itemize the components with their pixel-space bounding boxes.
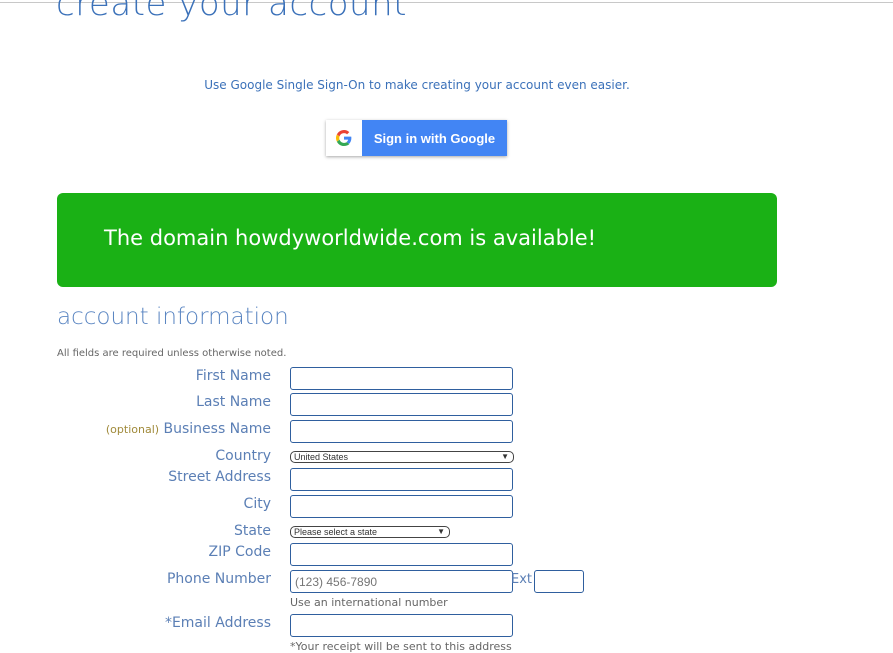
banner-message: The domain howdyworldwide.com is availab… [104,226,597,250]
first-name-label: First Name [195,368,271,384]
google-logo-icon [326,120,362,156]
business-name-input[interactable] [290,420,513,443]
country-selected-value: United States [294,452,349,462]
page-title: create your account [56,0,407,24]
city-label: City [243,496,271,512]
first-name-input[interactable] [290,367,513,390]
email-help-text: *Your receipt will be sent to this addre… [290,640,512,653]
last-name-label: Last Name [196,394,271,410]
zip-code-label: ZIP Code [208,544,271,560]
country-label: Country [215,448,271,464]
email-address-input[interactable] [290,614,513,637]
business-name-label-group: (optional) Business Name [106,421,271,437]
last-name-input[interactable] [290,393,513,416]
business-name-label: Business Name [163,421,272,437]
phone-help-text: Use an international number [290,596,448,609]
state-label: State [233,523,271,539]
zip-code-input[interactable] [290,543,513,566]
phone-ext-input[interactable] [534,570,584,593]
optional-tag: (optional) [105,423,160,436]
dropdown-arrow-icon: ▼ [501,452,509,461]
google-sign-in-button[interactable]: Sign in with Google [326,120,507,156]
domain-available-banner: The domain howdyworldwide.com is availab… [57,193,777,287]
account-information-heading: account information [57,304,289,330]
google-sign-in-label: Sign in with Google [373,130,496,146]
country-select[interactable]: United States ▼ [290,451,514,463]
state-selected-value: Please select a state [294,527,378,537]
phone-number-label: Phone Number [166,571,271,587]
dropdown-arrow-icon: ▼ [437,527,445,536]
street-address-label: Street Address [168,469,271,485]
phone-number-input[interactable] [290,570,513,593]
state-select[interactable]: Please select a state ▼ [290,526,450,538]
city-input[interactable] [290,495,513,518]
required-fields-note: All fields are required unless otherwise… [57,348,287,359]
ext-label: Ext [511,572,533,587]
street-address-input[interactable] [290,468,513,491]
sso-note: Use Google Single Sign-On to make creati… [204,78,630,92]
email-address-label: *Email Address [164,615,271,631]
